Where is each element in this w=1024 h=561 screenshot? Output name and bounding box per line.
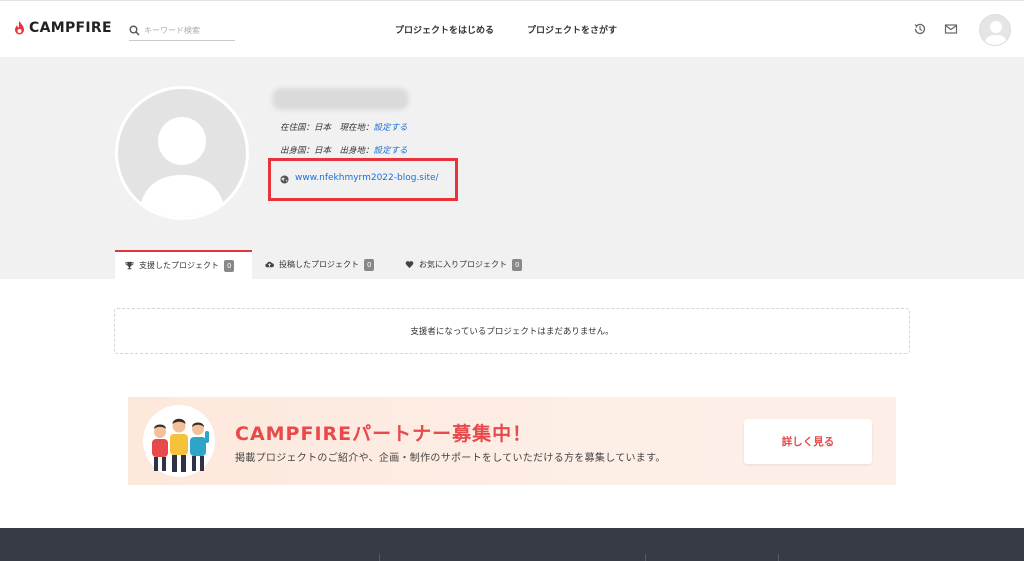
- profile-section: 在住国：日本 現在地：設定する 出身国：日本 出身地：設定する www.nfek…: [0, 57, 1024, 279]
- footer-divider: [379, 554, 380, 561]
- logo-text: CAMPFIRE: [29, 20, 112, 36]
- origin-info: 出身国：日本 出身地：設定する: [280, 144, 408, 156]
- search-icon: [129, 25, 140, 36]
- cloud-upload-icon: [265, 261, 274, 268]
- site-header: CAMPFIRE キーワード検索 プロジェクトをはじめる プロジェクトをさがす: [0, 0, 1024, 57]
- banner-title: CAMPFIREパートナー募集中！: [235, 423, 533, 445]
- footer-divider: [645, 554, 646, 561]
- nav-start-project[interactable]: プロジェクトをはじめる: [395, 23, 494, 36]
- banner-subtitle: 掲載プロジェクトのご紹介や、企画・制作のサポートをしていただける方を募集していま…: [235, 453, 666, 464]
- heart-icon: [405, 261, 414, 269]
- site-footer: [0, 528, 1024, 561]
- origin-set-link[interactable]: 設定する: [374, 146, 408, 156]
- count-badge: 0: [512, 258, 523, 271]
- count-badge: 0: [364, 258, 375, 271]
- tab-posted-projects[interactable]: 投稿したプロジェクト 0: [255, 250, 390, 279]
- campfire-logo[interactable]: CAMPFIRE: [14, 20, 112, 36]
- history-icon[interactable]: [913, 22, 927, 36]
- avatar[interactable]: [979, 14, 1011, 46]
- residence-info: 在住国：日本 現在地：設定する: [280, 121, 408, 133]
- tab-label: お気に入りプロジェクト: [419, 260, 507, 269]
- avatar-silhouette-icon: [984, 21, 1008, 45]
- tab-backed-projects[interactable]: 支援したプロジェクト 0: [115, 250, 252, 279]
- search-input[interactable]: キーワード検索: [129, 20, 235, 41]
- profile-avatar: [115, 86, 249, 220]
- tab-label: 支援したプロジェクト: [139, 261, 219, 270]
- nav-find-project[interactable]: プロジェクトをさがす: [527, 23, 617, 36]
- people-illustration-icon: [143, 405, 215, 477]
- empty-state-message: 支援者になっているプロジェクトはまだありません。: [114, 308, 910, 354]
- partner-banner[interactable]: CAMPFIREパートナー募集中！ 掲載プロジェクトのご紹介や、企画・制作のサポ…: [128, 397, 896, 485]
- trophy-icon: [125, 261, 134, 270]
- residence-set-link[interactable]: 設定する: [374, 123, 408, 133]
- tab-favorite-projects[interactable]: お気に入りプロジェクト 0: [395, 250, 535, 279]
- website-link[interactable]: www.nfekhmyrm2022-blog.site/: [295, 173, 439, 183]
- tab-label: 投稿したプロジェクト: [279, 260, 359, 269]
- origin-label: 出身国：日本 出身地：: [280, 146, 374, 156]
- globe-icon: [280, 175, 289, 184]
- mail-icon[interactable]: [944, 22, 958, 36]
- details-button[interactable]: 詳しく見る: [744, 419, 872, 464]
- search-placeholder: キーワード検索: [144, 25, 200, 35]
- profile-name-blurred: [272, 88, 409, 110]
- avatar-silhouette-icon: [138, 117, 226, 217]
- residence-label: 在住国：日本 現在地：: [280, 123, 374, 133]
- footer-divider: [778, 554, 779, 561]
- flame-icon: [15, 20, 24, 34]
- count-badge: 0: [224, 259, 235, 272]
